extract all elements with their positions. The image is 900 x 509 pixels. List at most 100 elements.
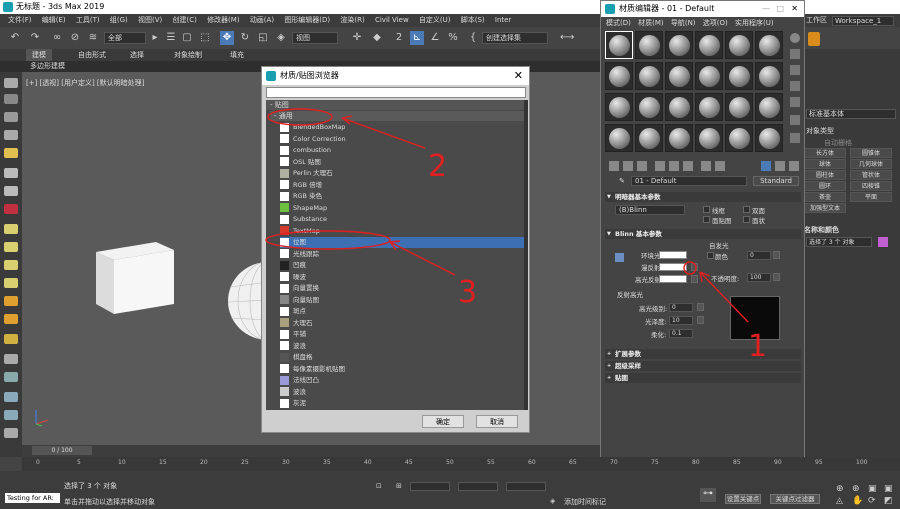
- material-sample-slot[interactable]: [605, 62, 633, 90]
- tool-icon[interactable]: [4, 392, 18, 402]
- sample-type-icon[interactable]: [790, 33, 800, 43]
- material-id-icon[interactable]: [715, 161, 725, 171]
- wire-checkbox[interactable]: [703, 206, 710, 213]
- face-map-checkbox[interactable]: [703, 216, 710, 223]
- z-coord-input[interactable]: [506, 482, 546, 491]
- set-key-icon[interactable]: ⊶: [700, 488, 716, 502]
- cancel-button[interactable]: 取消: [476, 415, 518, 428]
- create-primitive-button[interactable]: 平面: [850, 192, 892, 202]
- workspace-select[interactable]: Workspace_1: [832, 16, 894, 26]
- menu-modifiers[interactable]: 修改器(M): [207, 14, 240, 27]
- assign-to-selection-icon[interactable]: [637, 161, 647, 171]
- tool-icon[interactable]: [4, 410, 18, 420]
- snaps-toggle-icon[interactable]: ⊾: [410, 31, 424, 45]
- menu-navigation[interactable]: 导航(N): [671, 19, 696, 27]
- menu-views[interactable]: 视图(V): [138, 14, 162, 27]
- material-sample-slot[interactable]: [695, 124, 723, 152]
- browser-search-input[interactable]: [266, 87, 526, 98]
- maps-rollout[interactable]: 贴图: [605, 373, 801, 383]
- shader-dropdown[interactable]: (B)Blinn: [615, 205, 685, 215]
- zoom-icon[interactable]: ⊕: [836, 484, 844, 494]
- material-sample-slot[interactable]: [665, 31, 693, 59]
- object-color-swatch[interactable]: [878, 237, 888, 247]
- material-name-input[interactable]: 01 - Default: [631, 176, 747, 186]
- time-tag-icon[interactable]: ◈: [550, 497, 555, 505]
- diffuse-color-swatch[interactable]: [659, 263, 687, 271]
- ribbon-tab-populate[interactable]: 填充: [230, 49, 244, 61]
- supersampling-rollout[interactable]: 超级采样: [605, 361, 801, 371]
- material-sample-slot[interactable]: [605, 31, 633, 59]
- map-list-item[interactable]: 凹痕: [280, 260, 524, 271]
- map-list-item[interactable]: 灰泥: [280, 398, 524, 409]
- tool-icon[interactable]: [4, 278, 18, 288]
- tool-icon[interactable]: [4, 204, 18, 214]
- menu-animation[interactable]: 动画(A): [250, 14, 274, 27]
- material-sample-slot[interactable]: [695, 31, 723, 59]
- undo-icon[interactable]: ↶: [8, 31, 22, 45]
- material-sample-slot[interactable]: [725, 93, 753, 121]
- map-list-item[interactable]: 平铺: [280, 329, 524, 340]
- shader-basic-rollout[interactable]: 明暗器基本参数: [605, 192, 801, 202]
- go-to-parent-icon[interactable]: [775, 161, 785, 171]
- map-list-item[interactable]: ShapeMap: [280, 203, 524, 214]
- map-list-item[interactable]: 棋盘格: [280, 352, 524, 363]
- bind-space-warp-icon[interactable]: ≋: [86, 31, 100, 45]
- menu-customize[interactable]: 自定义(U): [419, 14, 451, 27]
- set-key-button[interactable]: 设置关键点: [725, 494, 761, 504]
- auto-grid-label[interactable]: 自动栅格: [824, 138, 852, 148]
- create-primitive-button[interactable]: 长方体: [804, 148, 846, 158]
- map-list-item[interactable]: 光线跟踪: [280, 249, 524, 260]
- tool-icon[interactable]: [4, 354, 18, 364]
- map-list-item[interactable]: 每像素摄影机贴图: [280, 364, 524, 375]
- menu-material[interactable]: 材质(M): [638, 19, 664, 27]
- create-primitive-button[interactable]: 球体: [804, 159, 846, 169]
- keyboard-shortcut-icon[interactable]: 2: [392, 31, 406, 45]
- menu-interactive[interactable]: Inter: [495, 14, 511, 27]
- map-list-item[interactable]: TextMap: [280, 226, 524, 237]
- menu-rendering[interactable]: 渲染(R): [340, 14, 364, 27]
- box-object[interactable]: [96, 242, 174, 314]
- edit-named-selection-icon[interactable]: {: [466, 31, 480, 45]
- ok-button[interactable]: 确定: [422, 415, 464, 428]
- create-primitive-button[interactable]: 管状体: [850, 170, 892, 180]
- menu-scripting[interactable]: 脚本(S): [461, 14, 485, 27]
- tool-icon[interactable]: [4, 372, 18, 382]
- tool-icon[interactable]: [4, 334, 18, 344]
- material-sample-slot[interactable]: [695, 93, 723, 121]
- create-primitive-button[interactable]: 几何球体: [850, 159, 892, 169]
- tool-icon[interactable]: [4, 130, 18, 140]
- map-list-item[interactable]: Color Correction: [280, 134, 524, 145]
- select-scale-icon[interactable]: ◱: [256, 31, 270, 45]
- zoom-extents-all-icon[interactable]: ▣: [884, 484, 893, 494]
- user-account-icon[interactable]: [808, 32, 820, 46]
- map-list-item[interactable]: 位图: [280, 237, 524, 248]
- map-list-item[interactable]: OSL 贴图: [280, 157, 524, 168]
- map-list-item[interactable]: BlendedBoxMap: [280, 122, 524, 133]
- section-maps[interactable]: - 贴图: [266, 100, 524, 110]
- material-sample-slot[interactable]: [665, 93, 693, 121]
- map-list-item[interactable]: Perlin 大理石: [280, 168, 524, 179]
- put-to-library-icon[interactable]: [701, 161, 711, 171]
- self-illum-value[interactable]: 0: [747, 251, 771, 260]
- close-icon[interactable]: ✕: [514, 67, 523, 85]
- menu-modes[interactable]: 模式(D): [606, 19, 631, 27]
- map-list-item[interactable]: 波浪: [280, 387, 524, 398]
- reference-coord-dropdown[interactable]: 视图: [292, 32, 338, 44]
- material-sample-slot[interactable]: [755, 62, 783, 90]
- faceted-checkbox[interactable]: [743, 216, 750, 223]
- ribbon-tab-selection[interactable]: 选择: [130, 49, 144, 61]
- specular-color-swatch[interactable]: [659, 275, 687, 283]
- rect-selection-icon[interactable]: ▢: [180, 31, 194, 45]
- create-primitive-button[interactable]: 茶壶: [804, 192, 846, 202]
- zoom-extents-icon[interactable]: ▣: [868, 484, 877, 494]
- map-list-item[interactable]: 波浪: [280, 341, 524, 352]
- x-coord-input[interactable]: [410, 482, 450, 491]
- eyedropper-icon[interactable]: ✎: [619, 177, 625, 185]
- redo-icon[interactable]: ↷: [28, 31, 42, 45]
- material-sample-slot[interactable]: [755, 124, 783, 152]
- material-sample-slot[interactable]: [755, 31, 783, 59]
- material-sample-slot[interactable]: [635, 124, 663, 152]
- menu-options[interactable]: 选项(O): [703, 19, 728, 27]
- tool-icon[interactable]: [4, 242, 18, 252]
- copy-material-icon[interactable]: [669, 161, 679, 171]
